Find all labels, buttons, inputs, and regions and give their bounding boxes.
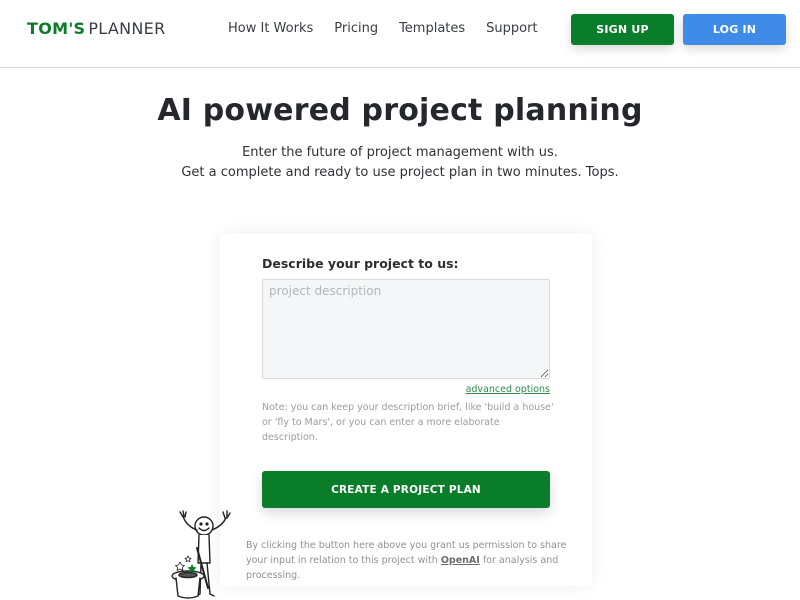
- logo-brand: TOM'S: [27, 19, 86, 38]
- hero-subtitle-line-1: Enter the future of project management w…: [242, 145, 558, 160]
- sign-up-button[interactable]: SIGN UP: [571, 14, 674, 45]
- hero-subtitle-line-2: Get a complete and ready to use project …: [181, 165, 619, 180]
- log-in-button[interactable]: LOG IN: [683, 14, 786, 45]
- nav-templates[interactable]: Templates: [399, 21, 465, 36]
- nav-pricing[interactable]: Pricing: [334, 21, 378, 36]
- project-description-input[interactable]: [262, 279, 550, 379]
- create-project-plan-button[interactable]: CREATE A PROJECT PLAN: [262, 471, 550, 508]
- consent-text: By clicking the button here above you gr…: [246, 538, 576, 583]
- hero-subtitle: Enter the future of project management w…: [0, 143, 800, 183]
- description-label: Describe your project to us:: [262, 256, 459, 271]
- description-note: Note: you can keep your description brie…: [262, 402, 554, 443]
- logo[interactable]: TOM'S PLANNER: [27, 19, 166, 38]
- site-header: TOM'S PLANNER How It Works Pricing Templa…: [0, 0, 800, 68]
- openai-link[interactable]: OpenAI: [441, 555, 480, 566]
- nav-support[interactable]: Support: [486, 21, 537, 36]
- main-nav: How It Works Pricing Templates Support: [228, 21, 538, 36]
- advanced-options-link[interactable]: advanced options: [466, 384, 550, 395]
- nav-how-it-works[interactable]: How It Works: [228, 21, 313, 36]
- magician-stick-figure-icon: [171, 510, 231, 599]
- project-form-card: Describe your project to us: advanced op…: [220, 234, 592, 586]
- logo-product: PLANNER: [88, 19, 166, 38]
- page-title: AI powered project planning: [157, 93, 643, 128]
